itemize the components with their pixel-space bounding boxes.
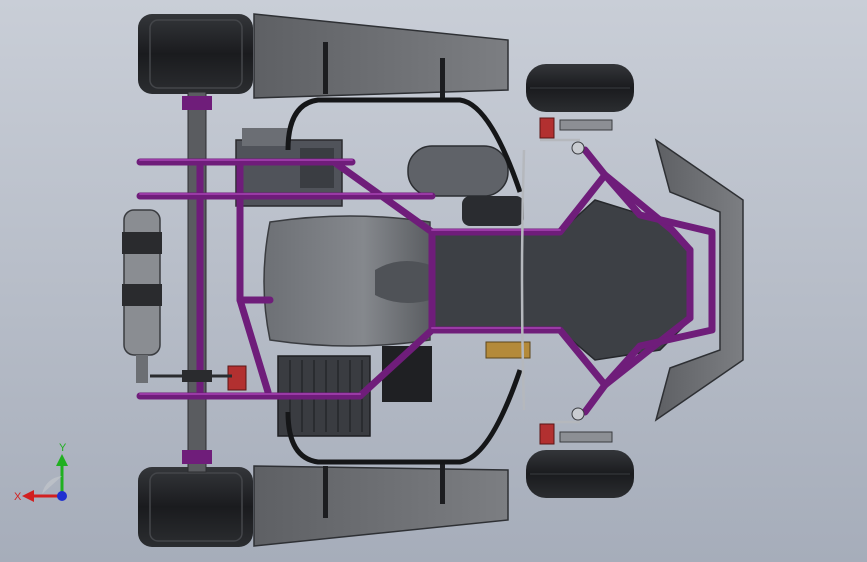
drive-sprocket[interactable]	[150, 370, 232, 382]
brake-caliper-front-right[interactable]	[539, 423, 555, 445]
go-kart-model[interactable]	[0, 0, 867, 562]
front-left-tire[interactable]	[526, 64, 634, 112]
left-side-pod[interactable]	[253, 13, 509, 99]
x-axis-label: X	[14, 491, 22, 503]
orientation-triad[interactable]: Y X	[12, 438, 82, 508]
brake-caliper-front-left[interactable]	[539, 117, 555, 139]
right-side-pod[interactable]	[253, 464, 509, 547]
rear-right-tire[interactable]	[138, 467, 253, 547]
y-axis-arrowhead-icon	[56, 454, 68, 466]
cad-viewport[interactable]: Y X	[0, 0, 867, 562]
radiator-unit[interactable]	[277, 346, 432, 437]
brake-caliper-rear[interactable]	[227, 365, 247, 391]
z-axis-dot-icon	[57, 491, 67, 501]
triad-plane-icon	[42, 476, 62, 494]
y-axis-label: Y	[59, 442, 67, 454]
x-axis-arrowhead-icon	[22, 490, 34, 502]
exhaust-muffler[interactable]	[122, 209, 162, 383]
front-right-tire[interactable]	[526, 450, 634, 498]
rear-left-tire[interactable]	[138, 14, 253, 94]
driver-seat[interactable]	[263, 215, 431, 347]
